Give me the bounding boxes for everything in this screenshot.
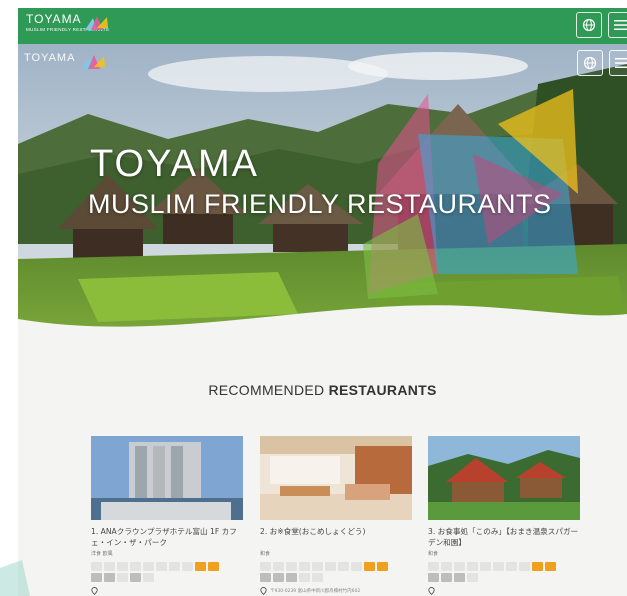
facility-icon bbox=[104, 562, 115, 571]
restaurant-card[interactable]: 3. お食事処「このみ」【おまき温泉スパガーデン和園】 和食 bbox=[428, 436, 580, 595]
restaurant-category: 和食 bbox=[260, 551, 271, 557]
facility-icon bbox=[182, 562, 193, 571]
restaurant-card[interactable]: 1. ANAクラウンプラザホテル富山 1F カフェ・イン・ザ・パーク 洋食 欧風 bbox=[91, 436, 243, 595]
facility-icons bbox=[428, 562, 568, 582]
facility-icon bbox=[195, 562, 206, 571]
logo-mark-icon bbox=[85, 16, 108, 30]
facility-icon bbox=[428, 562, 439, 571]
facility-icon bbox=[143, 562, 154, 571]
facility-icon bbox=[208, 562, 219, 571]
section-heading: RECOMMENDED RESTAURANTS bbox=[18, 382, 627, 398]
facility-icon bbox=[143, 573, 154, 582]
facility-icon bbox=[454, 562, 465, 571]
restaurant-name[interactable]: 1. ANAクラウンプラザホテル富山 1F カフェ・イン・ザ・パーク bbox=[91, 526, 243, 548]
language-button[interactable] bbox=[576, 12, 602, 38]
facility-icon bbox=[428, 573, 439, 582]
decorative-corner-shape bbox=[0, 560, 30, 596]
facility-icons bbox=[91, 562, 231, 582]
facility-icon bbox=[130, 562, 141, 571]
restaurant-photo[interactable] bbox=[91, 436, 243, 520]
hamburger-menu-icon bbox=[614, 20, 627, 30]
hero-title: TOYAMA bbox=[90, 143, 259, 185]
facility-icon bbox=[480, 562, 491, 571]
facility-icon bbox=[506, 562, 517, 571]
restaurant-address-text: 〒930-0239 富山県中新川郡舟橋村竹内602 bbox=[270, 589, 361, 594]
facility-icon bbox=[493, 562, 504, 571]
hero-subtitle: MUSLIM FRIENDLY RESTAURANTS bbox=[88, 189, 552, 219]
hero-language-button[interactable] bbox=[577, 50, 603, 76]
facility-icon bbox=[299, 573, 310, 582]
site-header: TOYAMA MUSLIM FRIENDLY RESTAURANTS bbox=[18, 8, 627, 44]
restaurant-address bbox=[428, 587, 580, 595]
facility-icon bbox=[104, 573, 115, 582]
facility-icons bbox=[260, 562, 400, 582]
location-pin-icon bbox=[260, 587, 267, 595]
location-pin-icon bbox=[428, 587, 435, 595]
section-heading-bold: RESTAURANTS bbox=[328, 382, 437, 398]
restaurant-category: 洋食 欧風 bbox=[91, 551, 113, 557]
facility-icon bbox=[377, 562, 388, 571]
facility-icon bbox=[351, 562, 362, 571]
hero-banner: TOYAMA TOYAMA MUSLIM FRIENDLY RESTAURANT… bbox=[18, 44, 627, 334]
location-pin-icon bbox=[91, 587, 98, 595]
facility-icon bbox=[441, 562, 452, 571]
hero-menu-button[interactable] bbox=[609, 50, 627, 76]
restaurant-address bbox=[91, 587, 243, 595]
facility-icon bbox=[338, 562, 349, 571]
restaurant-name[interactable]: 2. お※食堂(おこめしょくどう) bbox=[260, 526, 412, 548]
facility-icon bbox=[312, 573, 323, 582]
restaurant-category: 和食 bbox=[428, 551, 439, 557]
globe-icon bbox=[583, 56, 597, 70]
facility-icon bbox=[169, 562, 180, 571]
facility-icon bbox=[441, 573, 452, 582]
facility-icon bbox=[532, 562, 543, 571]
hero-logo-mark-icon bbox=[82, 55, 105, 69]
restaurant-address: 〒930-0239 富山県中新川郡舟橋村竹内602 bbox=[260, 587, 412, 595]
facility-icon bbox=[273, 573, 284, 582]
menu-button[interactable] bbox=[608, 12, 627, 38]
facility-icon bbox=[545, 562, 556, 571]
facility-icon bbox=[273, 562, 284, 571]
facility-icon bbox=[325, 562, 336, 571]
facility-icon bbox=[286, 562, 297, 571]
facility-icon bbox=[312, 562, 323, 571]
facility-icon bbox=[467, 573, 478, 582]
hero-logo-title: TOYAMA bbox=[24, 52, 76, 64]
hamburger-menu-icon bbox=[615, 58, 627, 68]
restaurant-name[interactable]: 3. お食事処「このみ」【おまき温泉スパガーデン和園】 bbox=[428, 526, 580, 548]
facility-icon bbox=[91, 562, 102, 571]
facility-icon bbox=[117, 562, 128, 571]
facility-icon bbox=[364, 562, 375, 571]
restaurant-photo[interactable] bbox=[428, 436, 580, 520]
facility-icon bbox=[260, 573, 271, 582]
facility-icon bbox=[454, 573, 465, 582]
section-heading-light: RECOMMENDED bbox=[208, 382, 329, 398]
facility-icon bbox=[260, 562, 271, 571]
restaurant-card[interactable]: 2. お※食堂(おこめしょくどう) 和食 〒930-0239 富山県中新川郡舟橋… bbox=[260, 436, 412, 595]
browser-viewport: TOYAMA MUSLIM FRIENDLY RESTAURANTS TOYAM… bbox=[18, 8, 627, 596]
restaurant-photo[interactable] bbox=[260, 436, 412, 520]
facility-icon bbox=[117, 573, 128, 582]
facility-icon bbox=[130, 573, 141, 582]
facility-icon bbox=[519, 562, 530, 571]
facility-icon bbox=[299, 562, 310, 571]
globe-icon bbox=[582, 18, 596, 32]
facility-icon bbox=[286, 573, 297, 582]
facility-icon bbox=[467, 562, 478, 571]
hero-logo: TOYAMA bbox=[24, 52, 75, 64]
facility-icon bbox=[156, 562, 167, 571]
facility-icon bbox=[91, 573, 102, 582]
